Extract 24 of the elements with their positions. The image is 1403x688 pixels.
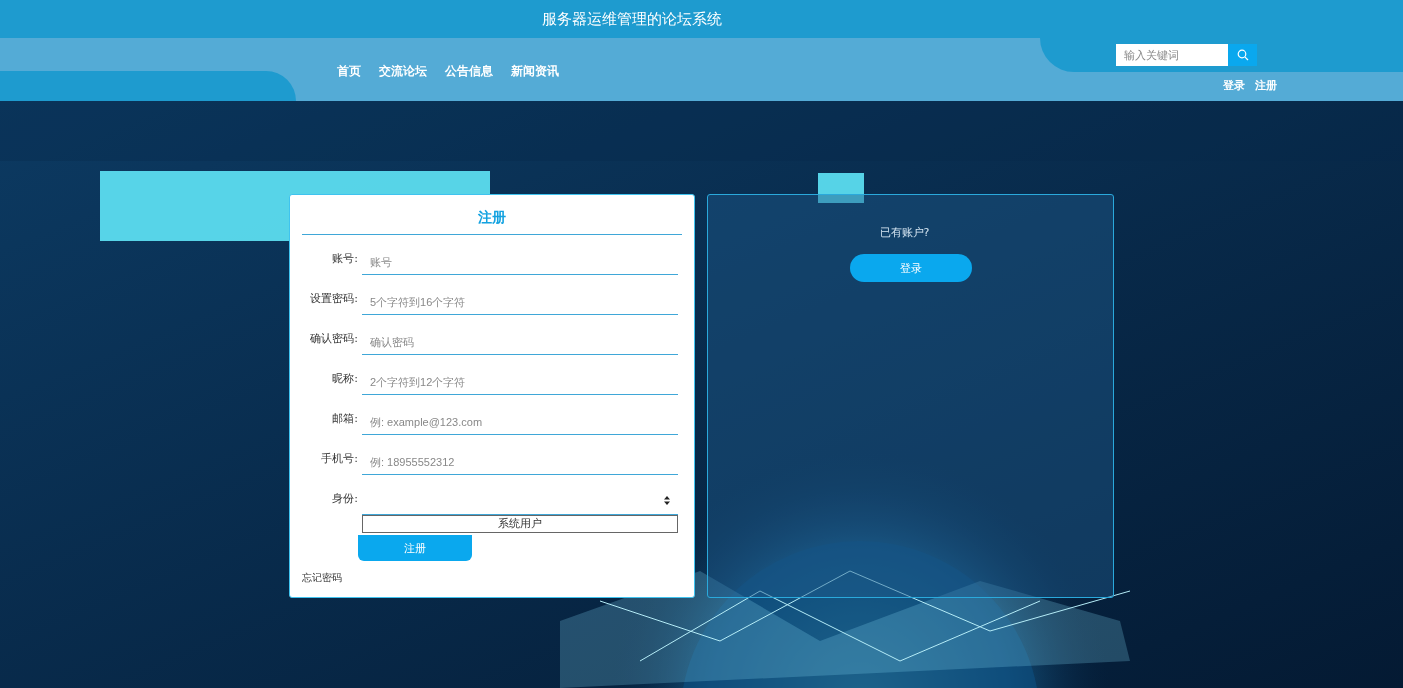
field-label: 身份:: [331, 491, 358, 506]
nav-link[interactable]: 交流论坛: [379, 63, 427, 80]
dropdown-option[interactable]: 系统用户: [363, 516, 677, 532]
auth-link[interactable]: 注册: [1255, 78, 1277, 93]
search-field[interactable]: 输入关键词: [1116, 44, 1228, 66]
site-title: 服务器运维管理的论坛系统: [541, 9, 722, 29]
field-label: 设置密码:: [309, 291, 358, 306]
field-label: 确认密码:: [309, 331, 358, 346]
auth-link[interactable]: 登录: [1223, 78, 1245, 93]
form-title: 注册: [477, 209, 507, 227]
nav-link[interactable]: 首页: [337, 63, 361, 80]
field-label: 邮箱:: [331, 411, 358, 426]
register-button[interactable]: 注册: [358, 535, 472, 561]
forgot-password-link[interactable]: 忘记密码: [302, 571, 342, 585]
select-arrows-icon: [664, 496, 670, 505]
nav-link[interactable]: 公告信息: [445, 63, 493, 80]
login-button[interactable]: 登录: [849, 254, 972, 282]
field-label: 手机号:: [320, 451, 358, 466]
search-icon: [1236, 49, 1249, 61]
field-label: 账号:: [331, 251, 358, 266]
account-prompt: 已有账户?: [879, 225, 930, 240]
search-button[interactable]: [1228, 44, 1257, 66]
field-label: 昵称:: [331, 371, 358, 386]
nav-link[interactable]: 新闻资讯: [511, 63, 559, 80]
